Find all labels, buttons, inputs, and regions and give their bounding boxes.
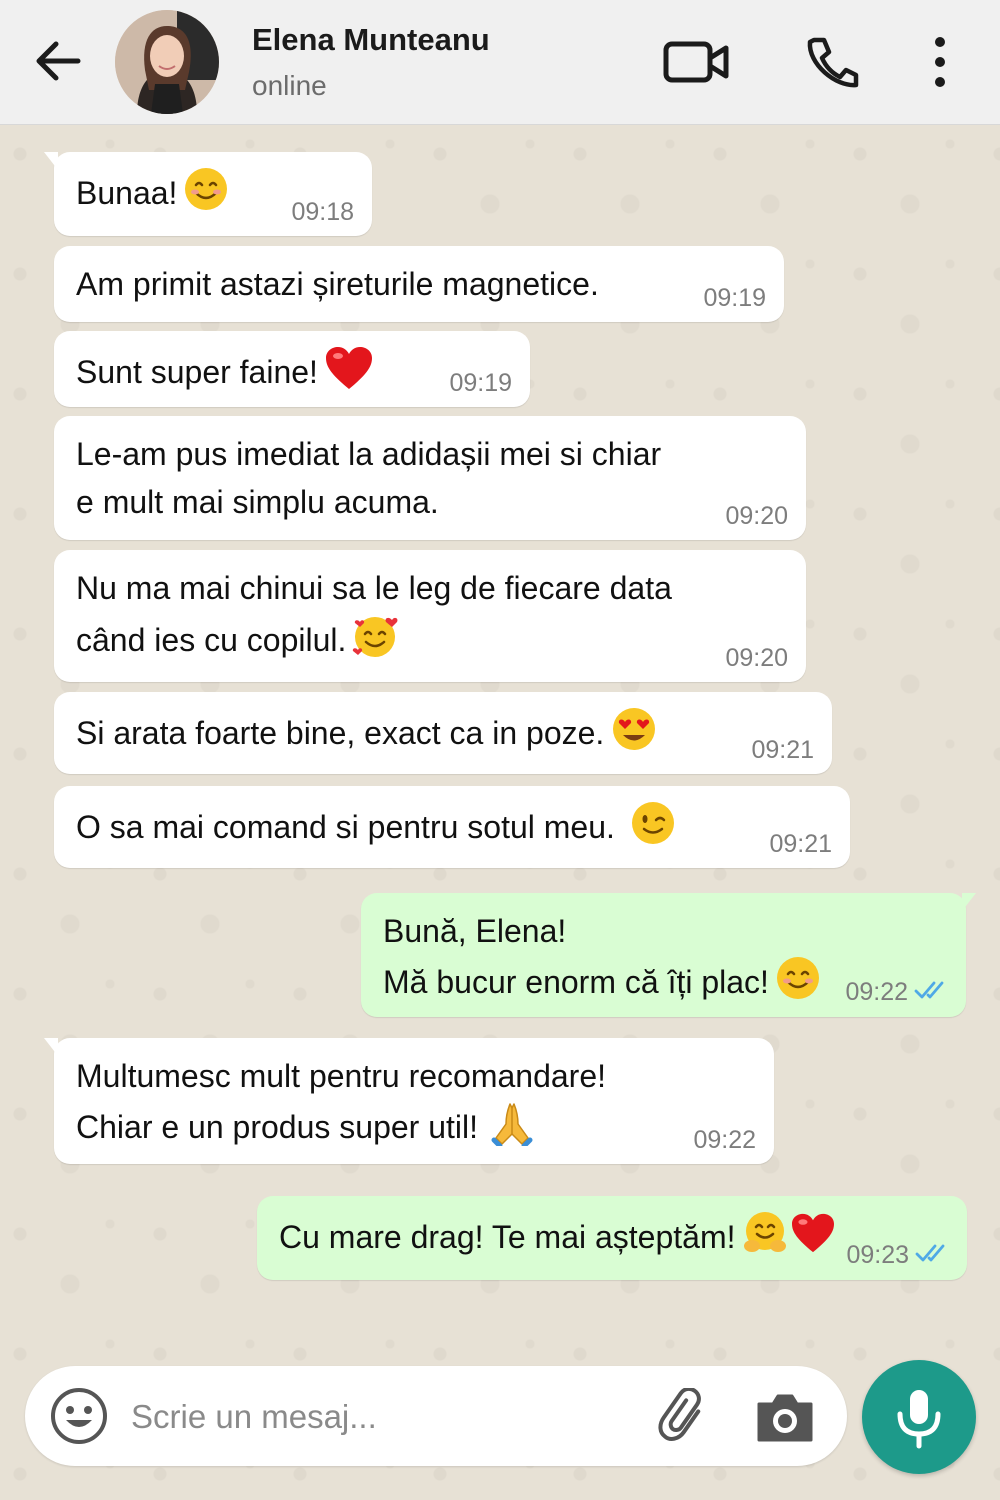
- message-incoming[interactable]: Multumesc mult pentru recomandare! Chiar…: [54, 1038, 774, 1164]
- message-text: Bună, Elena!: [383, 913, 567, 949]
- message-text: Cu mare drag! Te mai așteptăm!: [279, 1218, 736, 1255]
- contact-status: online: [252, 70, 327, 101]
- emoji-icon[interactable]: [49, 1386, 109, 1446]
- contact-name[interactable]: Elena Munteanu: [252, 22, 490, 58]
- red-heart-emoji-icon: [324, 345, 374, 404]
- message-input[interactable]: [129, 1390, 633, 1444]
- message-outgoing[interactable]: Cu mare drag! Te mai așteptăm! 09:23: [257, 1196, 967, 1280]
- smiling-face-with-hearts-emoji-icon: [352, 612, 402, 673]
- message-text: Mă bucur enorm că îți plac!: [383, 963, 769, 1000]
- phone-icon[interactable]: [802, 34, 860, 90]
- message-timestamp: 09:21: [751, 736, 814, 764]
- message-incoming[interactable]: Si arata foarte bine, exact ca in poze. …: [54, 692, 832, 774]
- bubble-tail: [44, 1038, 58, 1056]
- read-ticks-icon: [915, 1242, 949, 1270]
- camera-icon[interactable]: [753, 1388, 817, 1446]
- message-composer: [25, 1366, 847, 1466]
- bubble-tail: [962, 893, 976, 911]
- message-text: Le-am pus imediat la adidașii mei si chi…: [76, 436, 662, 472]
- winking-face-emoji-icon: [629, 800, 677, 859]
- video-call-icon[interactable]: [662, 34, 732, 90]
- message-text: Sunt super faine!: [76, 353, 318, 390]
- message-incoming[interactable]: Sunt super faine! 09:19: [54, 331, 530, 407]
- message-text: Multumesc mult pentru recomandare!: [76, 1058, 606, 1094]
- message-text: Chiar e un produs super util!: [76, 1108, 478, 1145]
- message-outgoing[interactable]: Bună, Elena! Mă bucur enorm că îți plac!…: [361, 893, 966, 1017]
- more-vertical-icon[interactable]: [920, 34, 960, 90]
- folded-hands-emoji-icon: [488, 1100, 536, 1159]
- heart-eyes-emoji-icon: [610, 706, 658, 765]
- message-timestamp-with-status: 09:23: [846, 1241, 949, 1270]
- message-timestamp: 09:18: [291, 198, 354, 226]
- read-ticks-icon: [914, 979, 948, 1007]
- message-text: Si arata foarte bine, exact ca in poze.: [76, 714, 605, 751]
- smiling-face-emoji-icon: [183, 166, 229, 225]
- hugging-face-emoji-icon: [742, 1210, 788, 1269]
- message-incoming[interactable]: O sa mai comand si pentru sotul meu. 09:…: [54, 786, 850, 868]
- attach-icon[interactable]: [655, 1388, 713, 1446]
- back-arrow-icon[interactable]: [30, 36, 86, 86]
- message-timestamp: 09:19: [449, 369, 512, 397]
- message-text: Nu ma mai chinui sa le leg de fiecare da…: [76, 570, 672, 606]
- message-timestamp: 09:20: [725, 502, 788, 530]
- message-incoming[interactable]: Bunaa! 09:18: [54, 152, 372, 236]
- message-timestamp: 09:20: [725, 644, 788, 672]
- bubble-tail: [44, 152, 58, 170]
- message-text: când ies cu copilul.: [76, 621, 347, 658]
- message-incoming[interactable]: Am primit astazi șireturile magnetice. 0…: [54, 246, 784, 322]
- smiling-face-emoji-icon: [775, 955, 821, 1014]
- message-incoming[interactable]: Le-am pus imediat la adidașii mei si chi…: [54, 416, 806, 540]
- message-timestamp: 09:19: [703, 284, 766, 312]
- message-timestamp: 09:22: [693, 1126, 756, 1154]
- chat-header: Elena Munteanu online: [0, 0, 1000, 125]
- message-timestamp-with-status: 09:22: [845, 978, 948, 1007]
- message-timestamp: 09:21: [769, 830, 832, 858]
- message-text: e mult mai simplu acuma.: [76, 484, 439, 520]
- message-incoming[interactable]: Nu ma mai chinui sa le leg de fiecare da…: [54, 550, 806, 682]
- message-text: O sa mai comand si pentru sotul meu.: [76, 808, 615, 845]
- message-text: Bunaa!: [76, 174, 178, 211]
- red-heart-emoji-icon: [790, 1212, 836, 1267]
- message-text: Am primit astazi șireturile magnetice.: [76, 266, 599, 302]
- mic-icon: [897, 1390, 941, 1449]
- mic-button[interactable]: [862, 1360, 976, 1474]
- avatar[interactable]: [115, 10, 219, 114]
